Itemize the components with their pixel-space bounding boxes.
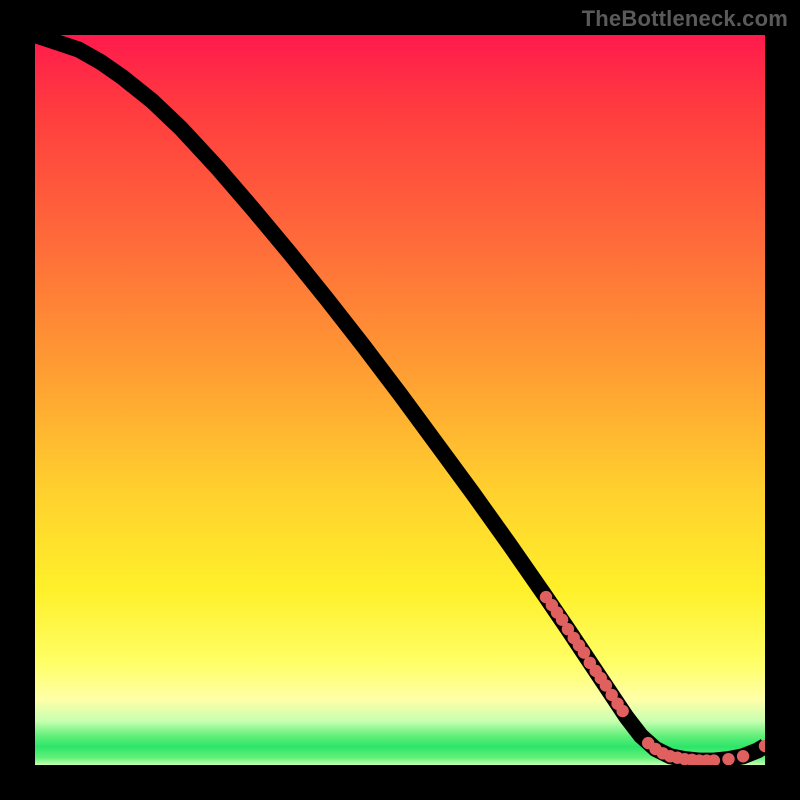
highlight-points (540, 591, 765, 765)
data-point (722, 753, 734, 765)
watermark-label: TheBottleneck.com (582, 6, 788, 32)
chart-frame: TheBottleneck.com (0, 0, 800, 800)
plot-area (35, 35, 765, 765)
data-point (737, 750, 749, 762)
chart-svg (35, 35, 765, 765)
data-point (616, 705, 628, 717)
curve-line (35, 35, 765, 761)
